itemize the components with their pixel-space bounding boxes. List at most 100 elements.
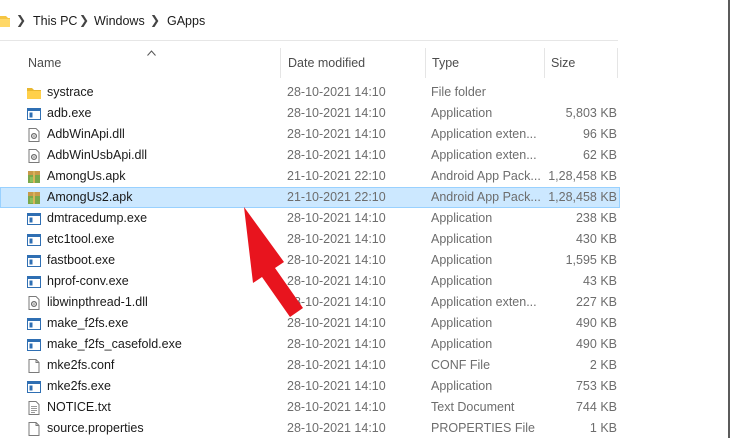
application-icon	[26, 274, 42, 290]
column-divider[interactable]	[617, 48, 618, 78]
file-size: 430 KB	[575, 232, 617, 246]
file-date-modified: 28-10-2021 14:10	[287, 148, 386, 162]
file-type: Android App Pack...	[431, 190, 541, 204]
chevron-right-icon[interactable]: ❯	[79, 13, 89, 27]
apk-icon	[26, 169, 42, 185]
file-date-modified: 28-10-2021 14:10	[287, 379, 386, 393]
file-row[interactable]: source.properties 28-10-2021 14:10 PROPERT…	[0, 418, 620, 439]
folder-icon	[26, 85, 42, 101]
file-name: adb.exe	[47, 106, 92, 120]
apk-icon	[26, 190, 42, 206]
file-name: hprof-conv.exe	[47, 274, 129, 288]
file-name: make_f2fs_casefold.exe	[47, 337, 182, 351]
column-divider[interactable]	[544, 48, 545, 78]
chevron-right-icon[interactable]: ❯	[150, 13, 160, 27]
file-row[interactable]: mke2fs.exe 28-10-2021 14:10 Application 753…	[0, 376, 620, 397]
properties-file-icon	[26, 421, 42, 437]
dll-icon	[26, 127, 42, 143]
file-type: Application exten...	[431, 295, 537, 309]
file-size: 1,595 KB	[565, 253, 617, 267]
breadcrumb-gapps[interactable]: GApps	[167, 14, 205, 28]
file-row[interactable]: adb.exe 28-10-2021 14:10 Application 5,803 …	[0, 103, 620, 124]
column-header-row: Name Date modified Type Size	[0, 48, 618, 78]
file-type: Application	[431, 253, 493, 267]
application-icon	[26, 106, 42, 122]
file-row[interactable]: mke2fs.conf 28-10-2021 14:10 CONF File 2 KB	[0, 355, 620, 376]
file-row[interactable]: make_f2fs.exe 28-10-2021 14:10 Application…	[0, 313, 620, 334]
address-bar[interactable]: ❯ This PC ❯ Windows ❯ GApps	[0, 0, 618, 41]
file-type: Application	[431, 106, 493, 120]
file-date-modified: 28-10-2021 14:10	[287, 211, 386, 225]
application-icon	[26, 316, 42, 332]
file-row[interactable]: AdbWinUsbApi.dll 28-10-2021 14:10 Applicat…	[0, 145, 620, 166]
file-row[interactable]: libwinpthread-1.dll 28-10-2021 14:10 Appli…	[0, 292, 620, 313]
file-date-modified: 28-10-2021 14:10	[287, 358, 386, 372]
file-date-modified: 28-10-2021 14:10	[287, 106, 386, 120]
file-row[interactable]: make_f2fs_casefold.exe 28-10-2021 14:10 Ap…	[0, 334, 620, 355]
file-type: Application	[431, 232, 493, 246]
file-size: 1,28,458 KB	[548, 190, 617, 204]
file-row[interactable]: AmongUs2.apk 21-10-2021 22:10 Android App …	[0, 187, 620, 208]
application-icon	[26, 253, 42, 269]
file-size: 227 KB	[575, 295, 617, 309]
file-date-modified: 21-10-2021 22:10	[287, 169, 386, 183]
column-header-name[interactable]: Name	[28, 48, 61, 78]
file-date-modified: 28-10-2021 14:10	[287, 274, 386, 288]
file-name: AdbWinApi.dll	[47, 127, 125, 141]
file-type: Android App Pack...	[431, 169, 541, 183]
breadcrumb-windows[interactable]: Windows	[94, 14, 145, 28]
folder-icon	[0, 14, 10, 31]
sort-ascending-icon	[147, 48, 156, 58]
file-size: 490 KB	[575, 337, 617, 351]
file-row[interactable]: dmtracedump.exe 28-10-2021 14:10 Applicati…	[0, 208, 620, 229]
file-size: 43 KB	[582, 274, 617, 288]
file-date-modified: 28-10-2021 14:10	[287, 253, 386, 267]
column-divider[interactable]	[425, 48, 426, 78]
column-divider[interactable]	[280, 48, 281, 78]
file-date-modified: 28-10-2021 14:10	[287, 127, 386, 141]
file-row[interactable]: hprof-conv.exe 28-10-2021 14:10 Applicatio…	[0, 271, 620, 292]
file-size: 5,803 KB	[565, 106, 617, 120]
file-row[interactable]: fastboot.exe 28-10-2021 14:10 Application 1…	[0, 250, 620, 271]
file-type: Application exten...	[431, 127, 537, 141]
file-type: Application	[431, 316, 493, 330]
file-size: 96 KB	[582, 127, 617, 141]
file-size: 1,28,458 KB	[548, 169, 617, 183]
file-date-modified: 28-10-2021 14:10	[287, 337, 386, 351]
file-row[interactable]: AdbWinApi.dll 28-10-2021 14:10 Application…	[0, 124, 620, 145]
file-row[interactable]: NOTICE.txt 28-10-2021 14:10 Text Document 7…	[0, 397, 620, 418]
file-name: libwinpthread-1.dll	[47, 295, 148, 309]
file-name: AmongUs2.apk	[47, 190, 133, 204]
application-icon	[26, 211, 42, 227]
text-document-icon	[26, 400, 42, 416]
file-size: 2 KB	[589, 358, 617, 372]
file-size: 753 KB	[575, 379, 617, 393]
breadcrumb-this-pc[interactable]: This PC	[33, 14, 77, 28]
file-row[interactable]: etc1tool.exe 28-10-2021 14:10 Application 4…	[0, 229, 620, 250]
application-icon	[26, 337, 42, 353]
file-name: AdbWinUsbApi.dll	[47, 148, 148, 162]
file-name: dmtracedump.exe	[47, 211, 148, 225]
file-date-modified: 28-10-2021 14:10	[287, 421, 386, 435]
file-type: Application	[431, 337, 493, 351]
file-date-modified: 28-10-2021 14:10	[287, 400, 386, 414]
column-header-date-modified[interactable]: Date modified	[288, 48, 365, 78]
file-type: Application exten...	[431, 148, 537, 162]
file-date-modified: 28-10-2021 14:10	[287, 85, 386, 99]
dll-icon	[26, 148, 42, 164]
column-header-type[interactable]: Type	[432, 48, 459, 78]
file-row[interactable]: systrace 28-10-2021 14:10 File folder	[0, 82, 620, 103]
column-header-size[interactable]: Size	[551, 48, 575, 78]
file-type: Application	[431, 211, 493, 225]
file-name: mke2fs.exe	[47, 379, 111, 393]
file-row[interactable]: AmongUs.apk 21-10-2021 22:10 Android App P…	[0, 166, 620, 187]
file-type: CONF File	[431, 358, 491, 372]
file-name: fastboot.exe	[47, 253, 116, 267]
file-size: 238 KB	[575, 211, 617, 225]
file-name: AmongUs.apk	[47, 169, 126, 183]
file-name: source.properties	[47, 421, 144, 435]
dll-icon	[26, 295, 42, 311]
file-name: NOTICE.txt	[47, 400, 111, 414]
chevron-right-icon: ❯	[16, 13, 27, 27]
application-icon	[26, 232, 42, 248]
